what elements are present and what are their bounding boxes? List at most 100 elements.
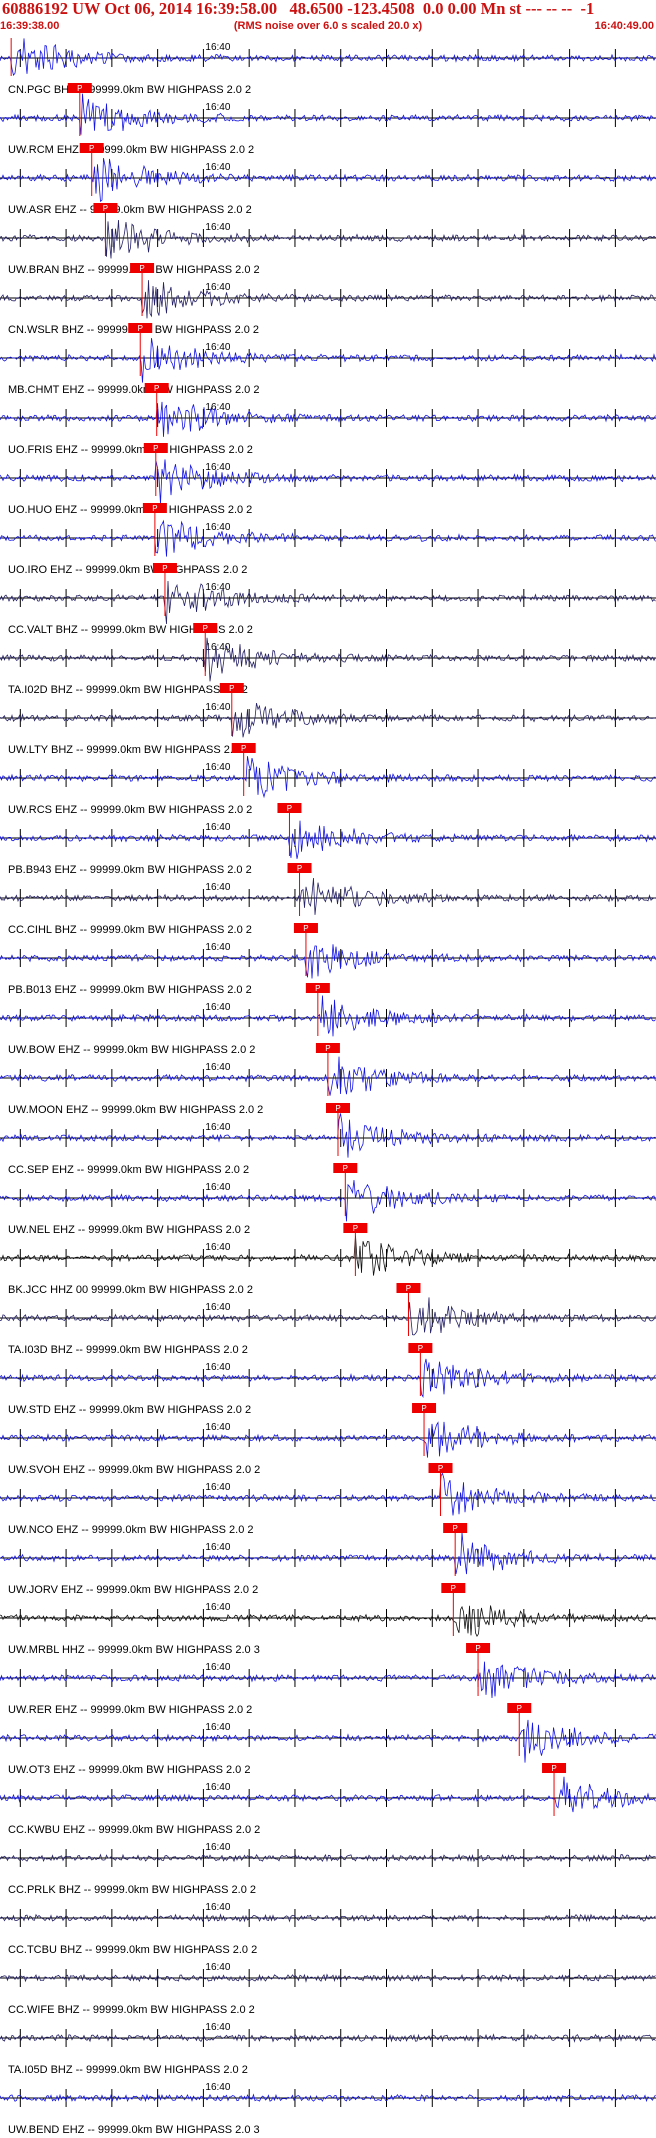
- waveform: [0, 637, 656, 682]
- trace-label: UW.RER EHZ -- 99999.0km BW HIGHPASS 2.0 …: [8, 1704, 252, 1716]
- trace-label: UW.RCM EHZ -- 99999.0km BW HIGHPASS 2.0 …: [8, 144, 254, 156]
- trace-label: CC.PRLK BHZ -- 99999.0km BW HIGHPASS 2.0…: [8, 1884, 256, 1896]
- trace-label: UO.FRIS EHZ -- 99999.0km BW HIGHPASS 2.0…: [8, 444, 253, 456]
- time-tick-label: 16:40: [205, 222, 230, 233]
- waveform: [0, 1532, 656, 1575]
- trace-label: TA.I02D BHZ -- 99999.0km BW HIGHPASS 2.0…: [8, 684, 248, 696]
- waveform: [0, 703, 656, 738]
- time-tick-label: 16:40: [205, 1242, 230, 1253]
- waveform: [0, 877, 656, 915]
- waveform: [0, 1180, 656, 1222]
- waveform: [0, 38, 656, 76]
- pick-label: P: [153, 444, 158, 453]
- pick-label: P: [303, 924, 308, 933]
- pick-label: P: [335, 1104, 340, 1113]
- trace-label: BK.JCC HHZ 00 99999.0km BW HIGHPASS 2.0 …: [8, 1284, 253, 1296]
- pick-label: P: [229, 684, 234, 693]
- pick-label: P: [203, 624, 208, 633]
- trace-label: UO.IRO EHZ -- 99999.0km BW HIGHPASS 2.0 …: [8, 564, 247, 576]
- trace-label: UW.RCS EHZ -- 99999.0km BW HIGHPASS 2.0 …: [8, 804, 252, 816]
- waveform: [0, 1297, 656, 1336]
- pick-label: P: [353, 1224, 358, 1233]
- waveform: [0, 401, 656, 437]
- waveform: [0, 1605, 656, 1638]
- waveform: [0, 995, 656, 1037]
- waveform: [0, 1472, 656, 1516]
- time-tick-label: 16:40: [205, 1122, 230, 1133]
- trace-label: UO.HUO EHZ -- 99999.0km BW HIGHPASS 2.0 …: [8, 504, 252, 516]
- trace-label: UW.BEND EHZ -- 99999.0km BW HIGHPASS 2.0…: [8, 2124, 260, 2136]
- time-tick-label: 16:40: [205, 42, 230, 53]
- pick-label: P: [475, 1644, 480, 1653]
- trace-label: UW.NCO EHZ -- 99999.0km BW HIGHPASS 2.0 …: [8, 1524, 254, 1536]
- trace-label: CC.SEP EHZ -- 99999.0km BW HIGHPASS 2.0 …: [8, 1164, 249, 1176]
- time-tick-label: 16:40: [205, 2082, 230, 2093]
- time-tick-label: 16:40: [205, 1662, 230, 1673]
- pick-label: P: [343, 1164, 348, 1173]
- pick-label: P: [287, 804, 292, 813]
- time-tick-label: 16:40: [205, 2022, 230, 2033]
- time-tick-label: 16:40: [205, 1962, 230, 1973]
- time-tick-label: 16:40: [205, 1002, 230, 1013]
- trace-label: UW.LTY BHZ -- 99999.0km BW HIGHPASS 2.0 …: [8, 744, 248, 756]
- trace-label: UW.JORV EHZ -- 99999.0km BW HIGHPASS 2.0…: [8, 1584, 258, 1596]
- seismogram-plot: 16:40 P CN.PGC BHZ -- 99999.0km BW HIGHPAS…: [0, 38, 656, 2138]
- trace-label: CC.TCBU BHZ -- 99999.0km BW HIGHPASS 2.0…: [8, 1944, 257, 1956]
- trace-label: TA.I03D BHZ -- 99999.0km BW HIGHPASS 2.0…: [8, 1344, 248, 1356]
- waveform: [0, 519, 656, 557]
- pick-label: P: [152, 504, 157, 513]
- trace-label: UW.MRBL HHZ -- 99999.0km BW HIGHPASS 2.0…: [8, 1644, 260, 1656]
- record-header: 60886192 UW Oct 06, 2014 16:39:58.00 48.…: [0, 0, 656, 38]
- time-tick-label: 16:40: [205, 1302, 230, 1313]
- time-tick-label: 16:40: [205, 702, 230, 713]
- time-tick-label: 16:40: [205, 942, 230, 953]
- trace-label: UW.BOW EHZ -- 99999.0km BW HIGHPASS 2.0 …: [8, 1044, 255, 1056]
- waveform: [0, 580, 656, 625]
- trace-label: CC.KWBU EHZ -- 99999.0km BW HIGHPASS 2.0…: [8, 1824, 260, 1836]
- trace-label: UW.STD EHZ -- 99999.0km BW HIGHPASS 2.0 …: [8, 1404, 251, 1416]
- waveform: [0, 1235, 656, 1276]
- pick-label: P: [139, 264, 144, 273]
- waveform: [0, 1719, 656, 1763]
- time-tick-label: 16:40: [205, 1062, 230, 1073]
- time-tick-label: 16:40: [205, 1782, 230, 1793]
- trace-label: UW.NEL EHZ -- 99999.0km BW HIGHPASS 2.0 …: [8, 1224, 250, 1236]
- pick-label: P: [451, 1584, 456, 1593]
- waveform: [0, 459, 656, 505]
- waveform: [0, 1113, 656, 1158]
- trace-label: CN.PGC BHZ -- 99999.0km BW HIGHPASS 2.0 …: [8, 84, 251, 96]
- trace-30: 16:40 CC.PRLK BHZ -- 99999.0km BW HIGHPAS…: [0, 1842, 656, 1896]
- pick-label: P: [89, 144, 94, 153]
- time-tick-label: 16:40: [205, 1542, 230, 1553]
- pick-label: P: [517, 1704, 522, 1713]
- trace-label: PB.B013 EHZ -- 99999.0km BW HIGHPASS 2.0…: [8, 984, 252, 996]
- time-tick-label: 16:40: [205, 1362, 230, 1373]
- time-tick-label: 16:40: [205, 162, 230, 173]
- pick-label: P: [418, 1344, 423, 1353]
- time-tick-label: 16:40: [205, 342, 230, 353]
- trace-label: PB.B943 EHZ -- 99999.0km BW HIGHPASS 2.0…: [8, 864, 252, 876]
- trace-label: CC.CIHL BHZ -- 99999.0km BW HIGHPASS 2.0…: [8, 924, 252, 936]
- pick-label: P: [452, 1524, 457, 1533]
- end-time-label: 16:40:49.00: [594, 20, 654, 32]
- waveform: [0, 338, 656, 383]
- time-tick-label: 16:40: [205, 882, 230, 893]
- pick-label: P: [297, 864, 302, 873]
- trace-label: MB.CHMT EHZ -- 99999.0km BW HIGHPASS 2.0…: [8, 384, 259, 396]
- pick-label: P: [154, 384, 159, 393]
- trace-label: CC.WIFE BHZ -- 99999.0km BW HIGHPASS 2.0…: [8, 2004, 255, 2016]
- trace-34: 16:40 UW.BEND EHZ -- 99999.0km BW HIGHPAS…: [0, 2082, 656, 2136]
- time-tick-label: 16:40: [205, 1482, 230, 1493]
- time-tick-label: 16:40: [205, 522, 230, 533]
- waveform: [0, 158, 656, 203]
- waveform: [0, 944, 656, 979]
- time-tick-label: 16:40: [205, 1602, 230, 1613]
- trace-label: UW.SVOH EHZ -- 99999.0km BW HIGHPASS 2.0…: [8, 1464, 260, 1476]
- trace-33: 16:40 TA.I05D BHZ -- 99999.0km BW HIGHPAS…: [0, 2022, 656, 2076]
- waveform: [0, 93, 656, 135]
- time-tick-label: 16:40: [205, 282, 230, 293]
- time-tick-label: 16:40: [205, 582, 230, 593]
- pick-label: P: [325, 1044, 330, 1053]
- pick-label: P: [138, 324, 143, 333]
- pick-label: P: [421, 1404, 426, 1413]
